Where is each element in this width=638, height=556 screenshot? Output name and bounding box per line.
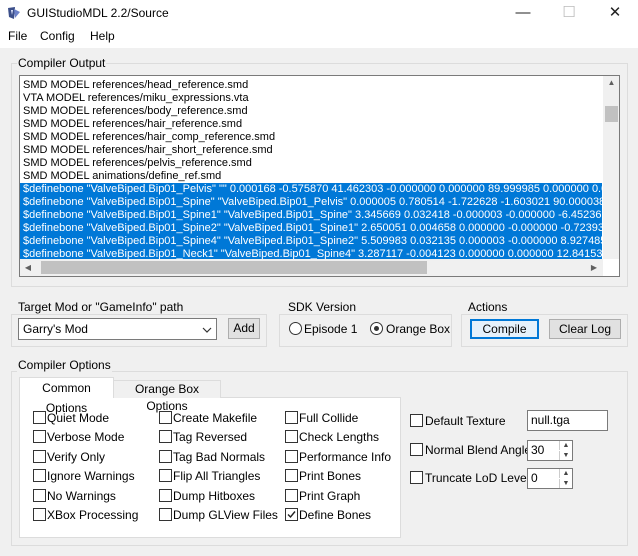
compile-button[interactable]: Compile xyxy=(470,319,539,339)
default-texture-checkbox[interactable] xyxy=(410,414,423,427)
menu-config[interactable]: Config xyxy=(40,29,75,43)
target-mod-legend: Target Mod or "GameInfo" path xyxy=(17,300,185,314)
minimize-button[interactable]: — xyxy=(500,0,546,28)
chevron-down-icon xyxy=(202,327,212,333)
tab-common-options[interactable]: Common Options xyxy=(19,377,114,415)
maximize-button[interactable]: ☐ xyxy=(546,0,592,28)
radio-orange-box-label: Orange Box xyxy=(386,322,451,336)
output-line[interactable]: SMD MODEL animations/define_ref.smd xyxy=(20,170,602,183)
output-line[interactable]: $definebone "ValveBiped.Bip01_Spine2" "V… xyxy=(20,222,602,235)
horizontal-scroll-thumb[interactable] xyxy=(41,261,427,274)
full-collide-label: Full Collide xyxy=(299,411,359,425)
output-line[interactable]: $definebone "ValveBiped.Bip01_Spine4" "V… xyxy=(20,235,602,248)
radio-episode-1-label: Episode 1 xyxy=(304,322,358,336)
quiet-mode-checkbox[interactable] xyxy=(33,411,46,424)
scroll-right-icon[interactable]: ▶ xyxy=(589,263,599,272)
dump-hitboxes-label: Dump Hitboxes xyxy=(173,489,256,503)
sdk-version-legend: SDK Version xyxy=(287,300,358,314)
default-texture-input[interactable]: null.tga xyxy=(527,410,608,431)
normal-blend-angle-value: 30 xyxy=(531,443,545,457)
output-line[interactable]: $definebone "ValveBiped.Bip01_Pelvis" ""… xyxy=(20,183,602,196)
spin-up-icon[interactable]: ▲ xyxy=(559,441,572,450)
flip-all-triangles-checkbox[interactable] xyxy=(159,469,172,482)
output-line[interactable]: SMD MODEL references/hair_reference.smd xyxy=(20,118,602,131)
add-button[interactable]: Add xyxy=(228,318,260,339)
dump-glview-files-checkbox[interactable] xyxy=(159,508,172,521)
scroll-left-icon[interactable]: ◀ xyxy=(23,263,33,272)
performance-info-checkbox[interactable] xyxy=(285,450,298,463)
tab-orange-box-options[interactable]: Orange Box Options xyxy=(113,380,221,413)
create-makefile-checkbox[interactable] xyxy=(159,411,172,424)
scroll-up-icon[interactable]: ▲ xyxy=(603,78,619,87)
print-graph-checkbox[interactable] xyxy=(285,489,298,502)
print-bones-checkbox[interactable] xyxy=(285,469,298,482)
ignore-warnings-label: Ignore Warnings xyxy=(47,469,135,483)
menu-file[interactable]: File xyxy=(8,29,27,43)
truncate-lod-label: Truncate LoD Level xyxy=(425,471,530,485)
window-title: GUIStudioMDL 2.2/Source xyxy=(27,6,169,20)
spin-down-icon[interactable]: ▼ xyxy=(559,451,572,460)
normal-blend-angle-stepper[interactable]: 30 ▲ ▼ xyxy=(527,440,573,461)
tag-bad-normals-label: Tag Bad Normals xyxy=(173,450,266,464)
truncate-lod-value: 0 xyxy=(531,471,538,485)
dump-glview-files-label: Dump GLView Files xyxy=(173,508,278,522)
clear-log-button[interactable]: Clear Log xyxy=(549,319,621,339)
output-line[interactable]: SMD MODEL references/hair_comp_reference… xyxy=(20,131,602,144)
verbose-mode-label: Verbose Mode xyxy=(47,430,125,444)
compiler-output-legend: Compiler Output xyxy=(17,56,107,70)
define-bones-label: Define Bones xyxy=(299,508,372,522)
dump-hitboxes-checkbox[interactable] xyxy=(159,489,172,502)
vertical-scrollbar[interactable]: ▲ xyxy=(603,76,619,259)
tag-reversed-label: Tag Reversed xyxy=(173,430,248,444)
quiet-mode-label: Quiet Mode xyxy=(47,411,110,425)
normal-blend-angle-checkbox[interactable] xyxy=(410,443,423,456)
verbose-mode-checkbox[interactable] xyxy=(33,430,46,443)
check-lengths-checkbox[interactable] xyxy=(285,430,298,443)
actions-legend: Actions xyxy=(467,300,509,314)
full-collide-checkbox[interactable] xyxy=(285,411,298,424)
verify-only-label: Verify Only xyxy=(47,450,106,464)
spin-up-icon[interactable]: ▲ xyxy=(559,469,572,478)
radio-episode-1[interactable] xyxy=(289,322,302,335)
checkmark-icon xyxy=(287,511,296,519)
close-button[interactable]: ✕ xyxy=(592,0,638,28)
print-graph-label: Print Graph xyxy=(299,489,361,503)
vertical-scroll-thumb[interactable] xyxy=(605,106,618,122)
output-line[interactable]: $definebone "ValveBiped.Bip01_Spine1" "V… xyxy=(20,209,602,222)
truncate-lod-stepper[interactable]: 0 ▲ ▼ xyxy=(527,468,573,489)
print-bones-label: Print Bones xyxy=(299,469,362,483)
define-bones-checkbox[interactable] xyxy=(285,508,298,521)
output-line[interactable]: SMD MODEL references/hair_short_referenc… xyxy=(20,144,602,157)
check-lengths-label: Check Lengths xyxy=(299,430,380,444)
create-makefile-label: Create Makefile xyxy=(173,411,258,425)
tag-bad-normals-checkbox[interactable] xyxy=(159,450,172,463)
app-icon xyxy=(8,7,20,19)
output-line[interactable]: VTA MODEL references/miku_expressions.vt… xyxy=(20,92,602,105)
no-warnings-label: No Warnings xyxy=(47,489,116,503)
target-mod-value: Garry's Mod xyxy=(23,322,88,336)
flip-all-triangles-label: Flip All Triangles xyxy=(173,469,261,483)
performance-info-label: Performance Info xyxy=(299,450,392,464)
truncate-lod-checkbox[interactable] xyxy=(410,471,423,484)
target-mod-select[interactable]: Garry's Mod xyxy=(18,318,217,340)
xbox-processing-checkbox[interactable] xyxy=(33,508,46,521)
menu-help[interactable]: Help xyxy=(90,29,115,43)
compiler-output-log[interactable]: SMD MODEL references/head_reference.smd V… xyxy=(19,75,620,277)
xbox-processing-label: XBox Processing xyxy=(47,508,139,522)
output-line[interactable]: SMD MODEL references/body_reference.smd xyxy=(20,105,602,118)
no-warnings-checkbox[interactable] xyxy=(33,489,46,502)
output-line[interactable]: SMD MODEL references/head_reference.smd xyxy=(20,79,602,92)
compiler-options-legend: Compiler Options xyxy=(17,358,112,372)
default-texture-label: Default Texture xyxy=(425,414,506,428)
verify-only-checkbox[interactable] xyxy=(33,450,46,463)
spin-down-icon[interactable]: ▼ xyxy=(559,479,572,488)
output-line[interactable]: SMD MODEL references/pelvis_reference.sm… xyxy=(20,157,602,170)
ignore-warnings-checkbox[interactable] xyxy=(33,469,46,482)
normal-blend-angle-label: Normal Blend Angle xyxy=(425,443,532,457)
tag-reversed-checkbox[interactable] xyxy=(159,430,172,443)
radio-orange-box[interactable] xyxy=(370,322,383,335)
horizontal-scrollbar[interactable]: ◀ ▶ xyxy=(20,259,603,276)
output-line[interactable]: $definebone "ValveBiped.Bip01_Spine" "Va… xyxy=(20,196,602,209)
